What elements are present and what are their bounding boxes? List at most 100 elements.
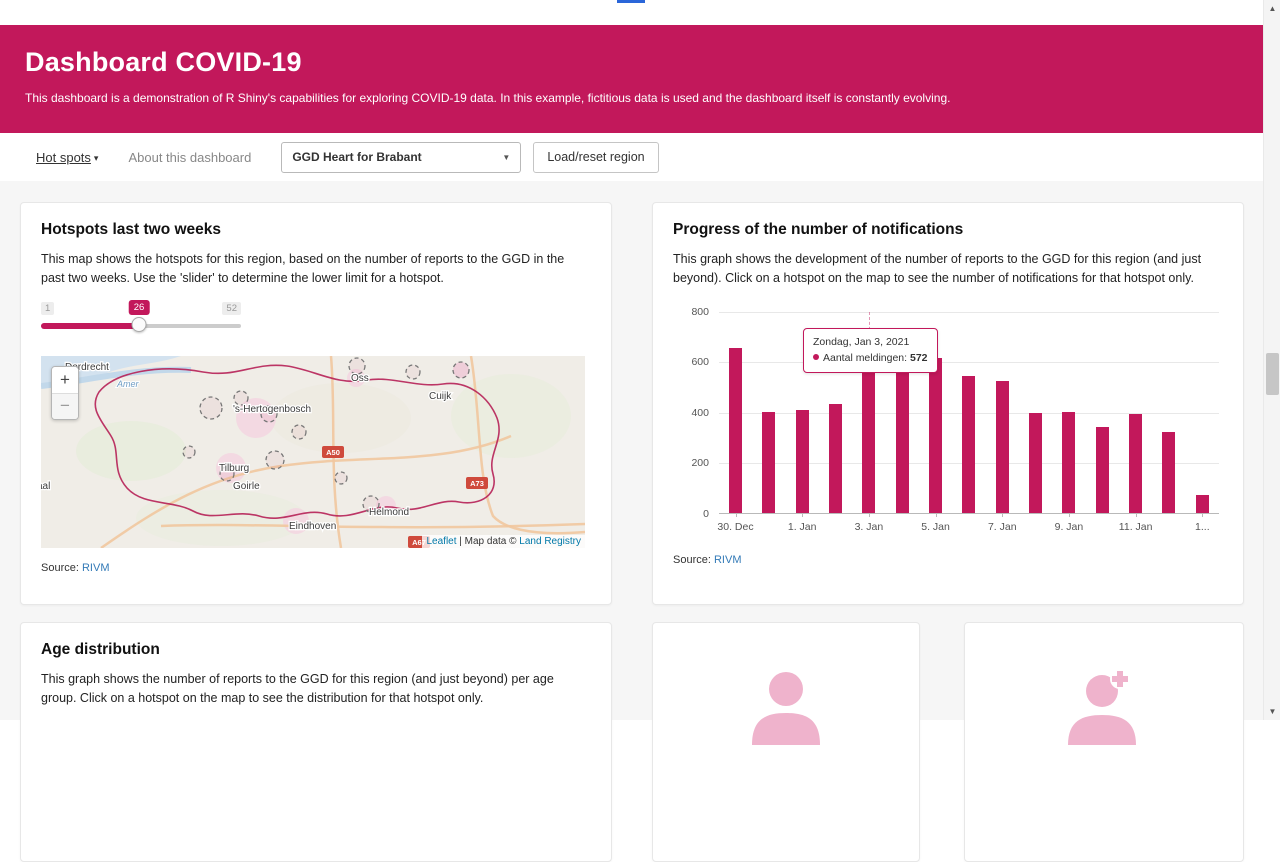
- bar-slot: 7. Jan: [996, 312, 1009, 513]
- stat-card-person: [652, 622, 920, 862]
- header-banner: Dashboard COVID-19 This dashboard is a d…: [0, 25, 1263, 133]
- land-registry-link[interactable]: Land Registry: [519, 536, 581, 547]
- age-card-title: Age distribution: [41, 641, 591, 659]
- slider-max-label: 52: [222, 302, 241, 315]
- stat-card-person-medical: [964, 622, 1244, 862]
- map-city-label: Oss: [351, 373, 369, 384]
- page-title: Dashboard COVID-19: [25, 47, 1238, 78]
- x-axis-label: 11. Jan: [1119, 521, 1153, 533]
- chart-bar[interactable]: [796, 410, 809, 512]
- scroll-up-arrow-icon[interactable]: [1264, 0, 1280, 17]
- select-caret-icon: [502, 153, 510, 162]
- y-axis-label: 200: [673, 457, 709, 469]
- bar-slot: [1096, 312, 1109, 513]
- bar-slot: [1029, 312, 1042, 513]
- x-axis-label: 9. Jan: [1055, 521, 1084, 533]
- leaflet-map[interactable]: A50 A73 A67 Dordrecht Amer Oss Cuijk 's-…: [41, 356, 585, 548]
- axis-tick: [1002, 513, 1003, 517]
- chart-bar[interactable]: [962, 376, 975, 512]
- map-city-label: Eindhoven: [289, 521, 336, 532]
- chart-bar[interactable]: [1029, 413, 1042, 513]
- nav-hotspots-dropdown[interactable]: Hot spots: [36, 150, 98, 165]
- rivm-link[interactable]: RIVM: [714, 554, 742, 566]
- caret-down-icon: [94, 153, 99, 164]
- axis-tick: [869, 513, 870, 517]
- slider-fill: [41, 323, 139, 329]
- progress-card-title: Progress of the number of notifications: [673, 221, 1223, 239]
- rivm-link[interactable]: RIVM: [82, 562, 110, 574]
- axis-tick: [1069, 513, 1070, 517]
- bar-slot: 11. Jan: [1129, 312, 1142, 513]
- source-line: Source: RIVM: [41, 562, 591, 574]
- axis-tick: [736, 513, 737, 517]
- progress-card: Progress of the number of notifications …: [652, 202, 1244, 605]
- hotspots-card-title: Hotspots last two weeks: [41, 221, 591, 239]
- age-distribution-card: Age distribution This graph shows the nu…: [20, 622, 612, 862]
- chart-bar[interactable]: [896, 371, 909, 512]
- x-axis-label: 5. Jan: [921, 521, 950, 533]
- icon-container: [985, 641, 1223, 745]
- chart-bar[interactable]: [862, 368, 875, 512]
- attribution-text: | Map data ©: [457, 536, 520, 547]
- chart-bar[interactable]: [1096, 427, 1109, 513]
- dashboard-body: Hotspots last two weeks This map shows t…: [0, 181, 1263, 720]
- chart-bar[interactable]: [1129, 414, 1142, 512]
- progress-card-description: This graph shows the development of the …: [673, 250, 1223, 288]
- axis-tick: [802, 513, 803, 517]
- x-axis-label: 1. Jan: [788, 521, 817, 533]
- bar-slot: 1...: [1196, 312, 1209, 513]
- tooltip-value-line: Aantal meldingen: 572: [813, 350, 928, 366]
- hotspots-card: Hotspots last two weeks This map shows t…: [20, 202, 612, 605]
- chart-bar[interactable]: [929, 358, 942, 512]
- scrollbar-thumb[interactable]: [1266, 353, 1279, 395]
- age-card-description: This graph shows the number of reports t…: [41, 670, 591, 708]
- map-city-label: Tilburg: [219, 463, 249, 474]
- chart-bar[interactable]: [829, 404, 842, 513]
- bar-slot: [962, 312, 975, 513]
- scrollbar[interactable]: [1263, 0, 1280, 720]
- region-select[interactable]: GGD Heart for Brabant: [281, 142, 521, 173]
- nav-about-link[interactable]: About this dashboard: [128, 150, 251, 165]
- leaflet-link[interactable]: Leaflet: [426, 536, 456, 547]
- tooltip-date: Zondag, Jan 3, 2021: [813, 334, 928, 350]
- map-city-label-clipped: aal: [41, 481, 50, 492]
- person-medical-icon: [1062, 667, 1146, 745]
- slider-value-badge: 26: [129, 300, 150, 315]
- map-city-label: Helmond: [369, 507, 409, 518]
- chart-bar[interactable]: [1062, 412, 1075, 513]
- x-axis-label: 1...: [1195, 521, 1210, 533]
- chart-bar[interactable]: [996, 381, 1009, 512]
- slider-min-label: 1: [41, 302, 54, 315]
- chart-bar[interactable]: [729, 348, 742, 512]
- source-line: Source: RIVM: [673, 554, 1223, 566]
- x-axis-label: 7. Jan: [988, 521, 1017, 533]
- hotspots-card-description: This map shows the hotspots for this reg…: [41, 250, 591, 288]
- chart-bar[interactable]: [762, 412, 775, 513]
- road-badge: A73: [470, 479, 484, 488]
- chart-plot-area: 30. Dec1. Jan3. Jan5. Jan7. Jan9. Jan11.…: [719, 312, 1219, 514]
- map-city-label: Goirle: [233, 481, 260, 492]
- tooltip-value: 572: [910, 352, 928, 364]
- source-label: Source:: [41, 562, 79, 574]
- y-axis-label: 600: [673, 356, 709, 368]
- navbar: Hot spots About this dashboard GGD Heart…: [0, 133, 1263, 181]
- y-axis-label: 800: [673, 306, 709, 318]
- source-label: Source:: [673, 554, 711, 566]
- y-axis-label: 400: [673, 407, 709, 419]
- chart-bar[interactable]: [1162, 432, 1175, 513]
- region-select-value: GGD Heart for Brabant: [292, 150, 421, 164]
- bar-slot: 9. Jan: [1062, 312, 1075, 513]
- top-strip: [0, 0, 1263, 25]
- axis-tick: [936, 513, 937, 517]
- slider-handle[interactable]: [132, 317, 147, 332]
- hotspot-threshold-slider[interactable]: 1 52 26: [41, 302, 241, 344]
- map-city-label: Cuijk: [429, 391, 452, 402]
- zoom-out-button[interactable]: −: [52, 393, 78, 419]
- scroll-down-arrow-icon[interactable]: [1264, 703, 1280, 720]
- person-icon: [744, 667, 828, 745]
- load-reset-button[interactable]: Load/reset region: [533, 142, 658, 173]
- chart-bar[interactable]: [1196, 495, 1209, 513]
- icon-container: [673, 641, 899, 745]
- zoom-in-button[interactable]: +: [52, 367, 78, 393]
- chart-bars: 30. Dec1. Jan3. Jan5. Jan7. Jan9. Jan11.…: [719, 312, 1219, 513]
